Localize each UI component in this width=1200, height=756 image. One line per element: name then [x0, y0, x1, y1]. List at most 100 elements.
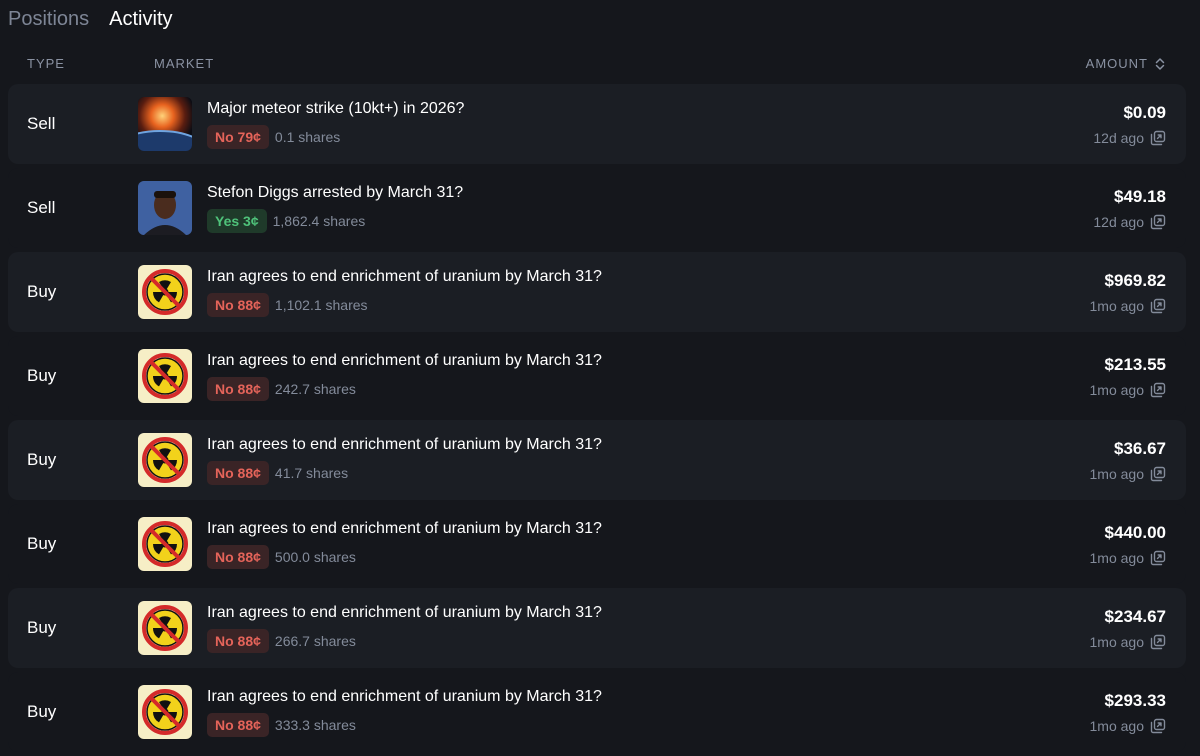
external-link-icon[interactable]	[1150, 718, 1166, 734]
activity-list: Sell Major meteor strike (10kt+) in 2026…	[8, 84, 1186, 756]
market-thumbnail[interactable]	[138, 517, 192, 571]
trade-amount: $293.33	[1104, 691, 1166, 710]
shares-count: 266.7 shares	[274, 633, 356, 649]
activity-row[interactable]: Buy Iran agrees to end enrichment of ura…	[8, 504, 1186, 584]
trade-time-label: 1mo ago	[1089, 718, 1144, 734]
activity-row[interactable]: Buy Iran agrees to end enrichment of ura…	[8, 420, 1186, 500]
outcome-badge: No 88¢	[207, 545, 269, 569]
tab-activity[interactable]: Activity	[109, 4, 172, 34]
trade-amount: $213.55	[1104, 355, 1166, 374]
market-thumbnail[interactable]	[138, 181, 192, 235]
trade-meta: No 88¢ 41.7 shares	[207, 461, 348, 485]
market-title[interactable]: Iran agrees to end enrichment of uranium…	[207, 268, 602, 286]
trade-time-label: 1mo ago	[1089, 550, 1144, 566]
activity-row[interactable]: Buy Iran agrees to end enrichment of ura…	[8, 672, 1186, 752]
shares-count: 500.0 shares	[274, 549, 356, 565]
shares-count: 333.3 shares	[274, 717, 356, 733]
trade-amount: $36.67	[1114, 439, 1166, 458]
trade-amount: $234.67	[1104, 607, 1166, 626]
no-nuclear-icon	[138, 601, 192, 655]
external-link-icon[interactable]	[1150, 130, 1166, 146]
trade-meta: No 79¢ 0.1 shares	[207, 125, 340, 149]
external-link-icon[interactable]	[1150, 466, 1166, 482]
shares-count: 1,102.1 shares	[274, 297, 368, 313]
trade-time: 1mo ago	[1090, 298, 1166, 314]
activity-row[interactable]: Buy Iran agrees to end enrichment of ura…	[8, 252, 1186, 332]
outcome-badge: No 88¢	[207, 293, 269, 317]
trade-type: Buy	[27, 366, 57, 385]
market-title[interactable]: Iran agrees to end enrichment of uranium…	[207, 604, 602, 622]
trade-time: 1mo ago	[1090, 550, 1166, 566]
outcome-badge: No 88¢	[207, 461, 269, 485]
trade-meta: No 88¢ 266.7 shares	[207, 629, 356, 653]
market-thumbnail[interactable]	[138, 433, 192, 487]
trade-amount: $969.82	[1104, 271, 1166, 290]
shares-count: 41.7 shares	[274, 465, 349, 481]
column-header-market: MARKET	[154, 56, 215, 71]
outcome-badge: No 88¢	[207, 713, 269, 737]
market-title[interactable]: Iran agrees to end enrichment of uranium…	[207, 688, 602, 706]
trade-type: Sell	[27, 198, 56, 217]
market-thumbnail[interactable]	[138, 601, 192, 655]
market-title[interactable]: Stefon Diggs arrested by March 31?	[207, 184, 463, 202]
trade-time-label: 1mo ago	[1089, 298, 1144, 314]
activity-row[interactable]: Sell Major meteor strike (10kt+) in 2026…	[8, 84, 1186, 164]
external-link-icon[interactable]	[1150, 214, 1166, 230]
market-thumbnail[interactable]	[138, 685, 192, 739]
trade-time: 1mo ago	[1090, 718, 1166, 734]
trade-amount: $440.00	[1104, 523, 1166, 542]
trade-time-label: 1mo ago	[1089, 634, 1144, 650]
trade-time: 1mo ago	[1090, 466, 1166, 482]
no-nuclear-icon	[138, 517, 192, 571]
market-title[interactable]: Iran agrees to end enrichment of uranium…	[207, 436, 602, 454]
market-title[interactable]: Iran agrees to end enrichment of uranium…	[207, 352, 602, 370]
external-link-icon[interactable]	[1150, 634, 1166, 650]
shares-count: 0.1 shares	[274, 129, 341, 145]
market-title[interactable]: Major meteor strike (10kt+) in 2026?	[207, 100, 464, 118]
market-thumbnail[interactable]	[138, 265, 192, 319]
tab-bar: Positions Activity	[8, 4, 173, 34]
market-thumbnail[interactable]	[138, 97, 192, 151]
trade-time: 12d ago	[1093, 130, 1166, 146]
shares-count: 242.7 shares	[274, 381, 356, 397]
trade-time: 1mo ago	[1090, 382, 1166, 398]
trade-amount: $49.18	[1114, 187, 1166, 206]
activity-row[interactable]: Sell Stefon Diggs arrested by March 31? …	[8, 168, 1186, 248]
outcome-badge: No 88¢	[207, 629, 269, 653]
column-header-type: TYPE	[27, 56, 65, 71]
outcome-badge: Yes 3¢	[207, 209, 267, 233]
external-link-icon[interactable]	[1150, 550, 1166, 566]
trade-type: Sell	[27, 114, 56, 133]
trade-meta: No 88¢ 333.3 shares	[207, 713, 356, 737]
trade-time: 1mo ago	[1090, 634, 1166, 650]
external-link-icon[interactable]	[1150, 298, 1166, 314]
column-header-amount[interactable]: AMOUNT	[1086, 56, 1166, 71]
outcome-badge: No 79¢	[207, 125, 269, 149]
trade-time-label: 1mo ago	[1089, 382, 1144, 398]
person-icon	[138, 181, 192, 235]
activity-row[interactable]: Buy Iran agrees to end enrichment of ura…	[8, 588, 1186, 668]
tab-positions[interactable]: Positions	[8, 4, 89, 34]
trade-time: 12d ago	[1093, 214, 1166, 230]
trade-type: Buy	[27, 618, 57, 637]
outcome-badge: No 88¢	[207, 377, 269, 401]
sort-icon[interactable]	[1154, 57, 1166, 71]
meteor-icon	[138, 97, 192, 151]
activity-row[interactable]: Buy Iran agrees to end enrichment of ura…	[8, 336, 1186, 416]
external-link-icon[interactable]	[1150, 382, 1166, 398]
table-header: TYPE MARKET AMOUNT	[0, 56, 1200, 72]
market-thumbnail[interactable]	[138, 349, 192, 403]
no-nuclear-icon	[138, 265, 192, 319]
trade-time-label: 12d ago	[1093, 214, 1144, 230]
no-nuclear-icon	[138, 349, 192, 403]
no-nuclear-icon	[138, 685, 192, 739]
trade-amount: $0.09	[1123, 103, 1166, 122]
trade-meta: No 88¢ 242.7 shares	[207, 377, 356, 401]
trade-time-label: 1mo ago	[1089, 466, 1144, 482]
trade-type: Buy	[27, 450, 57, 469]
trade-meta: No 88¢ 1,102.1 shares	[207, 293, 368, 317]
market-title[interactable]: Iran agrees to end enrichment of uranium…	[207, 520, 602, 538]
trade-type: Buy	[27, 534, 57, 553]
trade-meta: Yes 3¢ 1,862.4 shares	[207, 209, 365, 233]
trade-meta: No 88¢ 500.0 shares	[207, 545, 356, 569]
